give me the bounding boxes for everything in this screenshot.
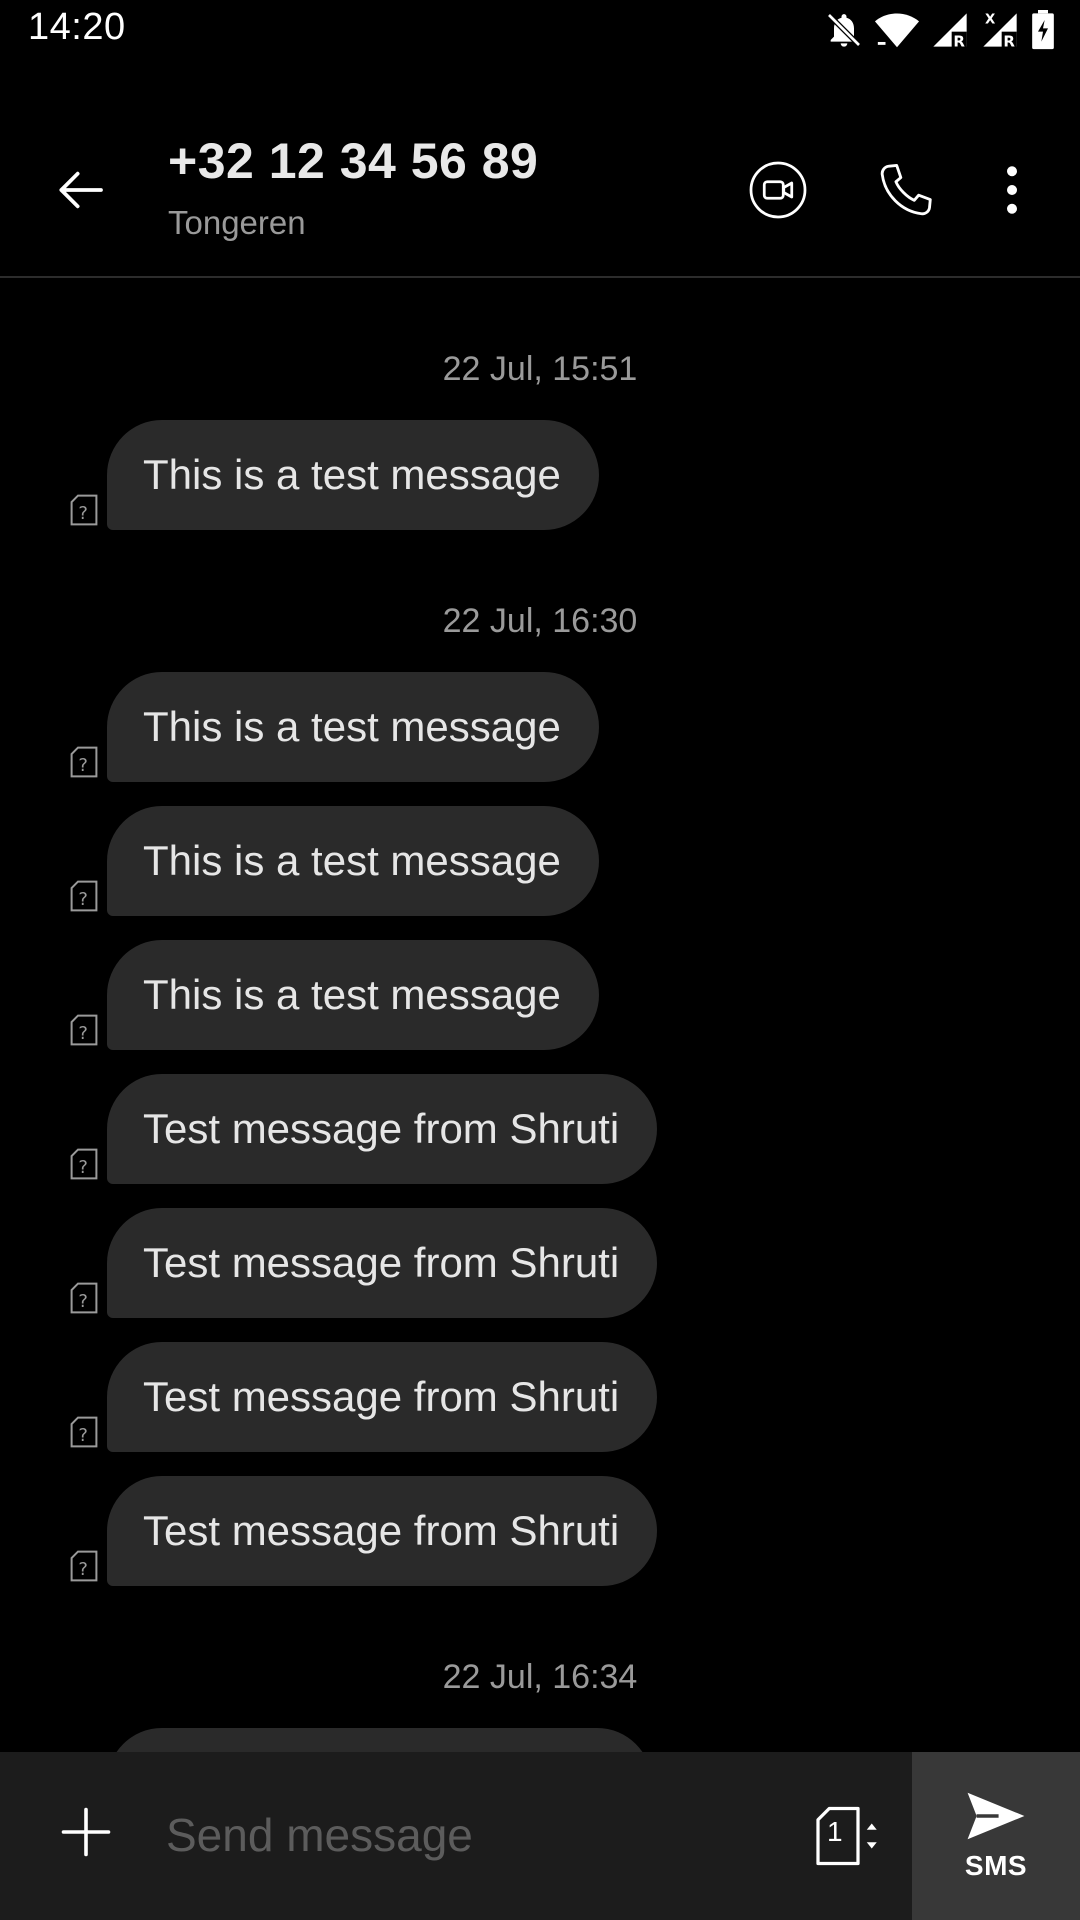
message-row[interactable]: ? Test message from Shruti <box>0 1074 1080 1184</box>
more-options-button[interactable] <box>964 142 1060 238</box>
message-bubble[interactable]: This is a test message <box>107 672 599 782</box>
sim-slot-label: 1 <box>827 1816 843 1847</box>
add-attachment-button[interactable] <box>46 1792 126 1872</box>
status-bar: 14:20 R X R <box>0 0 1080 60</box>
status-time: 14:20 <box>28 6 126 48</box>
conversation-header: +32 12 34 56 89 Tongeren <box>0 80 1080 278</box>
message-bubble[interactable]: Test message from Shruti <box>107 1208 658 1318</box>
message-bubble[interactable]: Test message from Shruti <box>107 1074 658 1184</box>
message-row[interactable]: ? This is a test message <box>0 672 1080 782</box>
sim-card-icon: ? <box>70 1282 98 1314</box>
send-icon <box>967 1792 1025 1840</box>
signal-r-icon: R <box>930 10 970 50</box>
sim-card-icon: ? <box>70 1014 98 1046</box>
message-bubble[interactable]: This is a test message <box>107 940 599 1050</box>
sim-card-icon: ? <box>70 494 98 526</box>
message-timestamp: 22 Jul, 16:30 <box>442 602 638 640</box>
svg-text:?: ? <box>78 889 88 910</box>
wifi-icon <box>874 10 920 50</box>
send-label: SMS <box>964 1850 1028 1881</box>
message-timestamp: 22 Jul, 16:34 <box>442 1658 638 1696</box>
add-icon <box>61 1807 111 1857</box>
svg-text:?: ? <box>78 1291 88 1312</box>
message-row[interactable]: ? Test message from Shruti <box>0 1476 1080 1586</box>
message-row[interactable]: ? This is a test message <box>0 940 1080 1050</box>
notifications-off-icon <box>824 10 864 50</box>
send-sms-button[interactable]: SMS <box>912 1752 1080 1920</box>
message-row[interactable]: ? Test message from Shruti <box>0 1342 1080 1452</box>
svg-text:?: ? <box>78 503 88 524</box>
sim-card-icon: ? <box>70 1416 98 1448</box>
svg-text:?: ? <box>78 1425 88 1446</box>
message-list[interactable]: 22 Jul, 15:51 ? This is a test message 2… <box>0 278 1080 1752</box>
contact-subtitle: Tongeren <box>168 204 306 241</box>
back-arrow-icon <box>59 171 103 209</box>
svg-text:?: ? <box>78 1157 88 1178</box>
battery-icon <box>1030 10 1056 50</box>
message-bubble[interactable]: This is a test message <box>107 420 599 530</box>
messaging-screen: 14:20 R X R +32 12 34 56 89 Tongeren 22 … <box>0 0 1080 1920</box>
message-bubble-partial[interactable] <box>107 1728 652 1752</box>
svg-text:?: ? <box>78 1559 88 1580</box>
sim-card-icon: ? <box>70 1148 98 1180</box>
sim-card-select-icon <box>816 1806 877 1866</box>
svg-text:?: ? <box>78 755 88 776</box>
message-row[interactable]: ? This is a test message <box>0 806 1080 916</box>
sim-card-icon: ? <box>70 746 98 778</box>
status-icons: R X R <box>824 8 1056 52</box>
svg-text:R: R <box>1003 33 1015 50</box>
video-call-icon <box>749 161 807 219</box>
message-composer: 1 SMS <box>0 1752 1080 1920</box>
video-call-button[interactable] <box>730 142 826 238</box>
message-row[interactable]: ? Test message from Shruti <box>0 1208 1080 1318</box>
back-button[interactable] <box>40 150 120 230</box>
signal-x-r-icon: X R <box>980 10 1020 50</box>
svg-text:R: R <box>953 33 965 50</box>
sim-card-icon: ? <box>70 1550 98 1582</box>
more-vert-icon <box>1007 166 1017 214</box>
svg-text:?: ? <box>78 1023 88 1044</box>
sim-select-button[interactable]: 1 <box>810 1796 886 1876</box>
message-bubble[interactable]: Test message from Shruti <box>107 1342 658 1452</box>
phone-icon <box>880 164 932 216</box>
sim-card-icon: ? <box>70 880 98 912</box>
call-button[interactable] <box>858 142 954 238</box>
message-timestamp: 22 Jul, 15:51 <box>442 350 638 388</box>
svg-text:X: X <box>985 12 996 27</box>
message-input[interactable] <box>166 1792 786 1878</box>
contact-title: +32 12 34 56 89 <box>168 133 539 189</box>
message-bubble[interactable]: Test message from Shruti <box>107 1476 658 1586</box>
message-bubble[interactable]: This is a test message <box>107 806 599 916</box>
message-row[interactable]: ? This is a test message <box>0 420 1080 530</box>
